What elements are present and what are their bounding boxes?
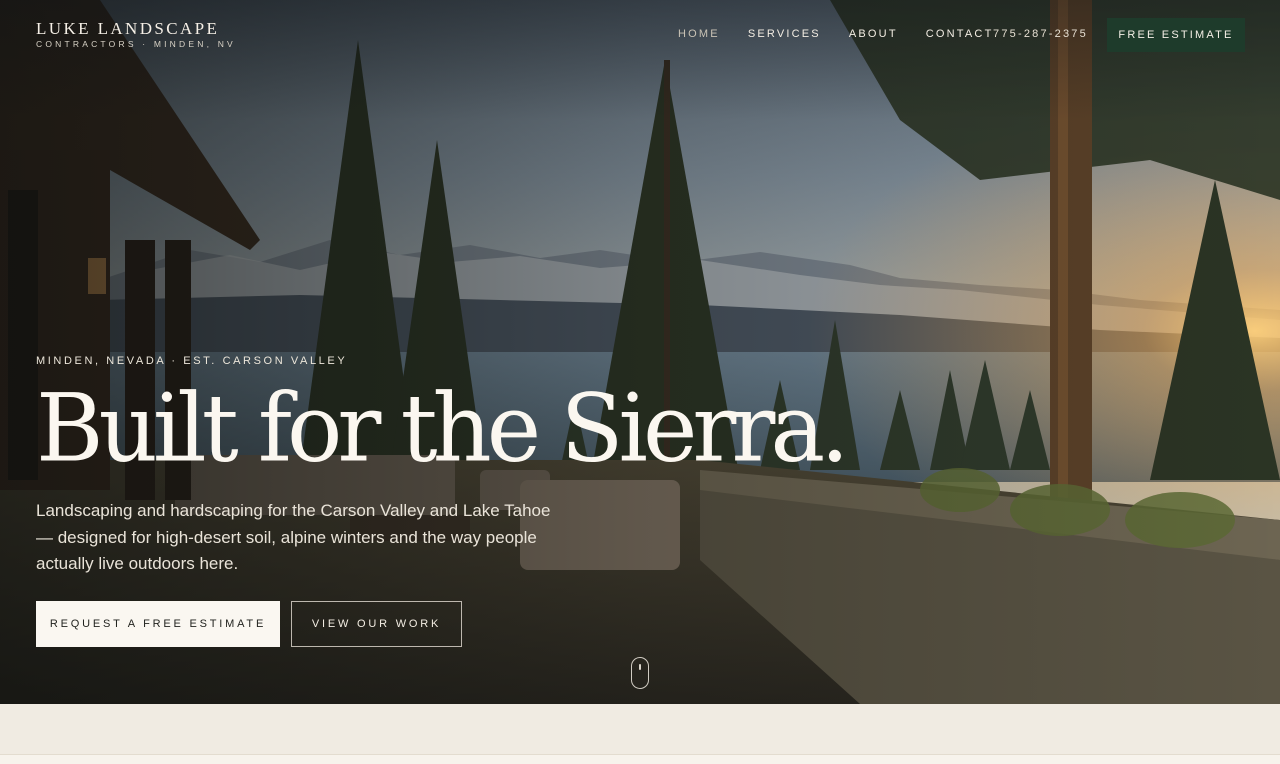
brand-name: LUKE LANDSCAPE <box>36 19 220 38</box>
hero-section: LUKE LANDSCAPE CONTRACTORS · MINDEN, NV … <box>0 0 1280 704</box>
nav-item-home[interactable]: HOME <box>678 28 720 40</box>
view-work-button[interactable]: VIEW OUR WORK <box>291 601 462 647</box>
scroll-wheel <box>639 664 641 670</box>
phone-link[interactable]: 775-287-2375 <box>993 28 1088 40</box>
section-divider <box>0 754 1280 764</box>
free-estimate-button[interactable]: FREE ESTIMATE <box>1107 18 1245 52</box>
hero-eyebrow: MINDEN, NEVADA · EST. CARSON VALLEY <box>36 355 348 367</box>
nav-item-about[interactable]: ABOUT <box>849 28 898 40</box>
nav-item-contact[interactable]: CONTACT <box>926 28 994 40</box>
brand-tagline: CONTRACTORS · MINDEN, NV <box>36 39 236 49</box>
hero-background-photo <box>0 0 1280 704</box>
next-section <box>0 704 1280 754</box>
hero-headline: Built for the Sierra. <box>36 373 849 484</box>
brand-logo[interactable]: LUKE LANDSCAPE CONTRACTORS · MINDEN, NV <box>36 19 236 50</box>
hero-lede: Landscaping and hardscaping for the Cars… <box>36 501 551 573</box>
mouse-scroll-icon[interactable] <box>631 657 649 689</box>
nav-item-services[interactable]: SERVICES <box>748 28 821 40</box>
request-estimate-button[interactable]: REQUEST A FREE ESTIMATE <box>36 601 280 647</box>
main-nav: HOME SERVICES ABOUT CONTACT <box>678 28 1022 40</box>
